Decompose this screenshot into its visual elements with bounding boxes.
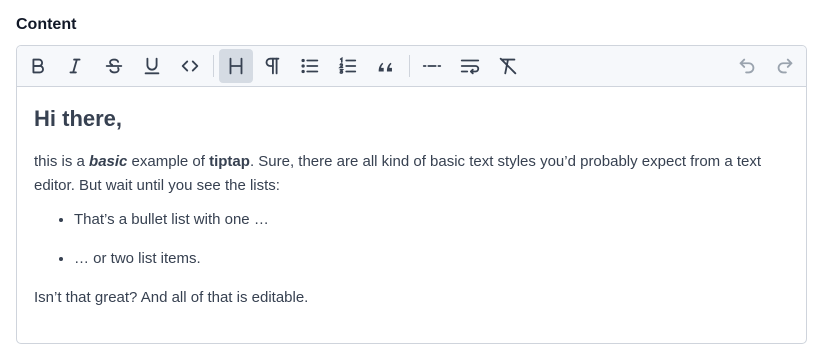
rich-text-editor[interactable]: Hi there, this is a basic example of tip… [16,45,807,344]
ordered-list-icon [338,56,357,74]
content-heading: Hi there, [34,106,123,131]
editor-content[interactable]: Hi there, this is a basic example of tip… [17,87,806,310]
bold-button[interactable] [21,49,55,83]
italic-button[interactable] [58,49,92,83]
intro-paragraph: this is a basic example of tiptap. Sure,… [34,150,789,198]
italic-icon [69,58,81,74]
redo-icon [777,58,793,74]
undo-button[interactable] [730,49,764,83]
paragraph-icon [265,57,280,75]
closing-paragraph: Isn’t that great? And all of that is edi… [34,289,309,306]
intro-basic-text: basic [89,153,128,170]
ordered-list-button[interactable] [331,49,365,83]
list-item: That’s a bullet list with one … [74,208,789,232]
strikethrough-icon [105,58,123,74]
undo-icon [739,58,755,74]
hard-break-button[interactable] [453,49,487,83]
bullet-list: That’s a bullet list with one … … or two… [34,208,789,271]
quote-icon [378,62,392,72]
underline-button[interactable] [135,49,169,83]
intro-text-2: example of [127,153,210,170]
editor-toolbar [17,46,806,87]
intro-text-1: this is a [34,153,90,170]
clear-format-icon [499,57,517,75]
horizontal-rule-button[interactable] [415,49,449,83]
heading-icon [229,57,243,75]
heading-button[interactable] [219,49,253,83]
text-wrap-icon [460,59,480,75]
code-button[interactable] [173,49,207,83]
toolbar-divider [409,55,410,77]
toolbar-divider [213,55,214,77]
strikethrough-button[interactable] [97,49,131,83]
field-label: Content [16,16,77,33]
intro-tiptap-text: tiptap [209,153,250,170]
bold-icon [32,58,44,74]
redo-button[interactable] [768,49,802,83]
paragraph-button[interactable] [255,49,289,83]
blockquote-button[interactable] [369,49,403,83]
horizontal-rule-icon [422,65,442,67]
clear-format-button[interactable] [491,49,525,83]
bullet-list-button[interactable] [293,49,327,83]
bullet-list-icon [301,58,319,74]
list-item: … or two list items. [74,247,789,271]
code-icon [181,60,199,72]
underline-icon [144,57,160,75]
